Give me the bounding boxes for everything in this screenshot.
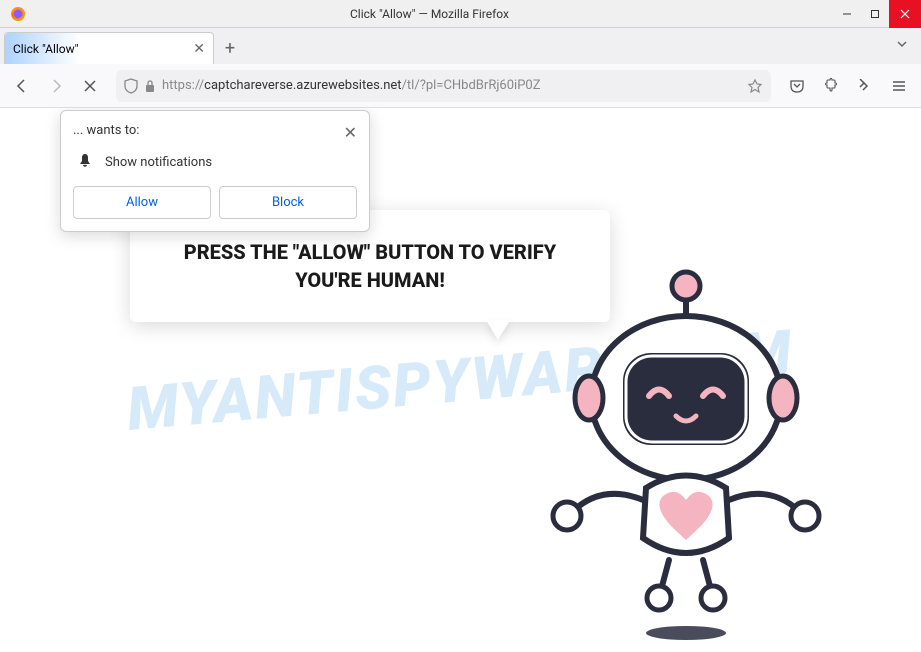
back-button[interactable]: [8, 72, 36, 100]
pocket-icon[interactable]: [783, 72, 811, 100]
stop-reload-button[interactable]: [76, 72, 104, 100]
speech-text: PRESS THE "ALLOW" BUTTON TO VERIFY YOU'R…: [154, 238, 586, 294]
window-titlebar: Click "Allow" — Mozilla Firefox: [0, 0, 921, 28]
browser-tab[interactable]: Click "Allow" ✕: [4, 32, 214, 64]
new-tab-button[interactable]: +: [214, 32, 246, 64]
navigation-toolbar: https://captchareverse.azurewebsites.net…: [0, 64, 921, 108]
block-button[interactable]: Block: [219, 186, 357, 219]
maximize-button[interactable]: [861, 0, 889, 28]
page-content: MYANTISPYWARE.COM: [0, 108, 921, 652]
overflow-icon[interactable]: [851, 72, 879, 100]
tab-label: Click "Allow": [13, 42, 193, 56]
tracking-protection-icon[interactable]: [124, 78, 138, 94]
popup-origin-text: ... wants to:: [73, 123, 139, 138]
tab-close-icon[interactable]: ✕: [193, 41, 205, 57]
allow-button[interactable]: Allow: [73, 186, 211, 219]
bookmark-star-icon[interactable]: [747, 78, 763, 94]
notification-permission-popup: ... wants to: ✕ Show notifications Allow…: [60, 110, 370, 232]
robot-illustration: [511, 268, 861, 648]
popup-permission-text: Show notifications: [105, 155, 212, 170]
popup-close-icon[interactable]: ✕: [344, 123, 357, 142]
minimize-button[interactable]: [833, 0, 861, 28]
tab-bar: Click "Allow" ✕ +: [0, 28, 921, 64]
url-bar[interactable]: https://captchareverse.azurewebsites.net…: [116, 70, 771, 102]
close-button[interactable]: [889, 0, 921, 28]
extensions-icon[interactable]: [817, 72, 845, 100]
window-controls: [833, 0, 921, 27]
popup-header: ... wants to: ✕: [73, 123, 357, 142]
forward-button[interactable]: [42, 72, 70, 100]
menu-icon[interactable]: [885, 72, 913, 100]
url-text: https://captchareverse.azurewebsites.net…: [162, 78, 741, 93]
firefox-icon: [10, 6, 26, 22]
popup-buttons: Allow Block: [73, 186, 357, 219]
lock-icon[interactable]: [144, 79, 156, 93]
bell-icon: [77, 152, 93, 172]
url-path: /tl/?pl=CHbdBrRj60iP0Z: [402, 78, 541, 93]
tabbar-right: [889, 28, 915, 64]
popup-body: Show notifications: [73, 152, 357, 172]
window-title: Click "Allow" — Mozilla Firefox: [26, 7, 833, 21]
url-domain: captchareverse.azurewebsites.net: [204, 78, 401, 93]
tabs-list-button[interactable]: [889, 31, 915, 61]
url-protocol: https://: [162, 78, 204, 93]
